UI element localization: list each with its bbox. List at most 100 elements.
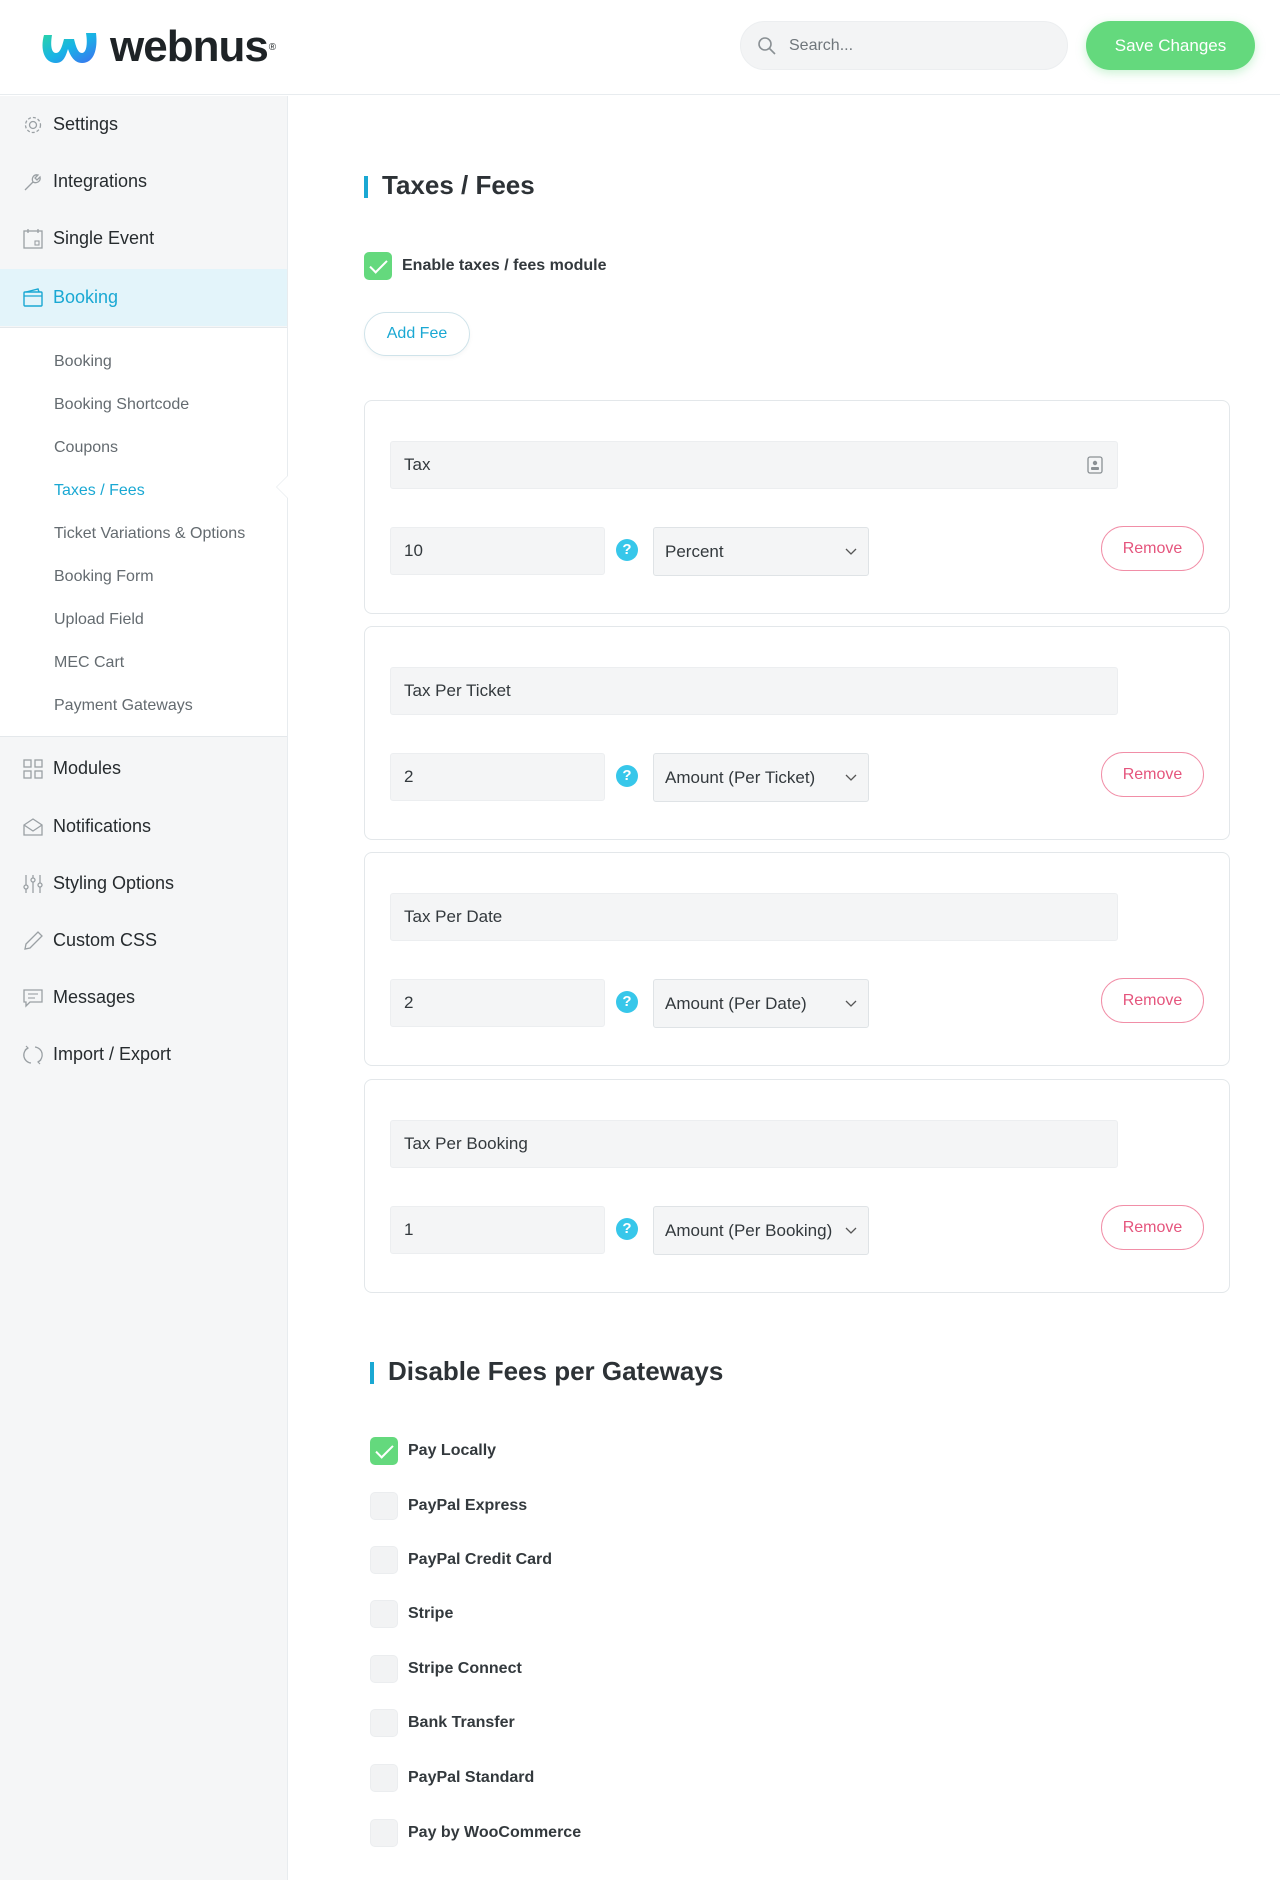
submenu-item-taxes-fees[interactable]: Taxes / Fees xyxy=(54,482,145,500)
save-changes-button[interactable]: Save Changes xyxy=(1086,21,1255,70)
remove-fee-button[interactable]: Remove xyxy=(1101,1205,1204,1250)
search-box[interactable] xyxy=(740,21,1068,70)
submenu-item-payment-gateways[interactable]: Payment Gateways xyxy=(54,697,193,715)
search-icon xyxy=(758,36,776,55)
help-icon[interactable]: ? xyxy=(616,991,638,1013)
sidebar-item-custom-css[interactable]: Custom CSS xyxy=(0,912,287,969)
brand-name: webnus xyxy=(110,22,269,71)
sidebar: Settings Integrations Single Event Booki… xyxy=(0,96,288,1880)
sidebar-item-label: Custom CSS xyxy=(53,930,158,950)
submenu-item-booking-shortcode[interactable]: Booking Shortcode xyxy=(54,396,189,414)
top-header: webnus® Save Changes xyxy=(0,0,1280,95)
help-icon[interactable]: ? xyxy=(616,1218,638,1240)
search-input[interactable] xyxy=(789,36,1029,55)
sidebar-item-label: Settings xyxy=(53,114,119,134)
sidebar-item-messages[interactable]: Messages xyxy=(0,969,287,1026)
sidebar-item-import-export[interactable]: Import / Export xyxy=(0,1026,287,1083)
help-icon[interactable]: ? xyxy=(616,765,638,787)
enable-taxes-label: Enable taxes / fees module xyxy=(402,257,607,274)
gateway-label: PayPal Standard xyxy=(408,1769,535,1786)
fee-amount-input[interactable]: 2 xyxy=(390,979,605,1027)
gateway-checkbox-pay-by-woocommerce[interactable]: Pay by WooCommerce xyxy=(370,1819,581,1847)
gateway-label: Pay Locally xyxy=(408,1442,497,1459)
refresh-icon xyxy=(23,1045,43,1064)
calendar-icon xyxy=(23,228,43,249)
fee-amount-input[interactable]: 1 xyxy=(390,1206,605,1254)
gateway-checkbox-stripe[interactable]: Stripe xyxy=(370,1600,453,1628)
fee-amount-input[interactable]: 2 xyxy=(390,753,605,801)
sidebar-item-notifications[interactable]: Notifications xyxy=(0,798,287,855)
checkbox-unchecked[interactable] xyxy=(370,1709,398,1737)
submenu-item-ticket-variations[interactable]: Ticket Variations & Options xyxy=(54,525,245,543)
gateway-checkbox-pay-locally[interactable]: Pay Locally xyxy=(370,1437,496,1465)
gateway-checkbox-paypal-credit-card[interactable]: PayPal Credit Card xyxy=(370,1546,552,1574)
active-indicator-arrow xyxy=(276,475,288,499)
fee-type-select[interactable]: Percent xyxy=(653,527,869,576)
submenu-item-booking-form[interactable]: Booking Form xyxy=(54,568,154,586)
fee-title-input[interactable]: Tax xyxy=(390,441,1118,489)
checkbox-unchecked[interactable] xyxy=(370,1819,398,1847)
fee-card: Tax Per Booking 1 ? Amount (Per Booking)… xyxy=(364,1079,1230,1293)
sidebar-item-integrations[interactable]: Integrations xyxy=(0,153,287,210)
checkbox-unchecked[interactable] xyxy=(370,1546,398,1574)
checkbox-unchecked[interactable] xyxy=(370,1764,398,1792)
sidebar-item-single-event[interactable]: Single Event xyxy=(0,210,287,267)
sliders-icon xyxy=(23,874,43,893)
taxes-fees-title: Taxes / Fees xyxy=(364,170,535,201)
gateway-checkbox-paypal-standard[interactable]: PayPal Standard xyxy=(370,1764,534,1792)
checkbox-checked[interactable] xyxy=(364,252,392,280)
checkbox-unchecked[interactable] xyxy=(370,1600,398,1628)
submenu-item-mec-cart[interactable]: MEC Cart xyxy=(54,654,124,672)
envelope-icon xyxy=(23,817,43,836)
gateway-label: Bank Transfer xyxy=(408,1714,515,1731)
fee-amount-input[interactable]: 10 xyxy=(390,527,605,575)
sidebar-item-modules[interactable]: Modules xyxy=(0,740,287,797)
fee-type-select[interactable]: Amount (Per Booking) xyxy=(653,1206,869,1255)
chevron-down-icon xyxy=(845,1000,857,1007)
fee-card: Tax Per Date 2 ? Amount (Per Date) Remov… xyxy=(364,852,1230,1066)
sidebar-item-settings[interactable]: Settings xyxy=(0,96,287,153)
gateway-label: PayPal Credit Card xyxy=(408,1551,553,1568)
fee-type-select[interactable]: Amount (Per Ticket) xyxy=(653,753,869,802)
webnus-logo[interactable]: webnus ® xyxy=(38,22,276,72)
webnus-logo-icon xyxy=(42,33,97,63)
brand-registered-mark: ® xyxy=(268,41,277,53)
gear-icon xyxy=(24,116,42,133)
chevron-down-icon xyxy=(845,548,857,555)
fee-title-input[interactable]: Tax Per Date xyxy=(390,893,1118,941)
sidebar-item-label: Integrations xyxy=(53,171,148,191)
gateway-label: Stripe xyxy=(408,1605,454,1622)
sidebar-item-label: Messages xyxy=(53,987,136,1007)
help-icon[interactable]: ? xyxy=(616,539,638,561)
submenu-item-booking[interactable]: Booking xyxy=(54,353,112,371)
submenu-item-coupons[interactable]: Coupons xyxy=(54,439,118,457)
submenu-item-upload-field[interactable]: Upload Field xyxy=(54,611,144,629)
remove-fee-button[interactable]: Remove xyxy=(1101,526,1204,571)
add-fee-button[interactable]: Add Fee xyxy=(364,312,470,356)
gateway-checkbox-bank-transfer[interactable]: Bank Transfer xyxy=(370,1709,515,1737)
pencil-icon xyxy=(24,930,43,950)
sidebar-item-booking[interactable]: Booking xyxy=(0,269,287,326)
chevron-down-icon xyxy=(845,1227,857,1234)
checkbox-checked[interactable] xyxy=(370,1437,398,1465)
contact-card-icon[interactable] xyxy=(1087,456,1103,474)
grid-icon xyxy=(23,758,43,779)
checkbox-unchecked[interactable] xyxy=(370,1492,398,1520)
fee-title-input[interactable]: Tax Per Ticket xyxy=(390,667,1118,715)
wallet-icon xyxy=(23,287,43,307)
gateway-checkbox-stripe-connect[interactable]: Stripe Connect xyxy=(370,1655,522,1683)
chat-icon xyxy=(23,988,43,1008)
remove-fee-button[interactable]: Remove xyxy=(1101,752,1204,797)
fee-title-input[interactable]: Tax Per Booking xyxy=(390,1120,1118,1168)
remove-fee-button[interactable]: Remove xyxy=(1101,978,1204,1023)
fee-type-select[interactable]: Amount (Per Date) xyxy=(653,979,869,1028)
gateway-checkbox-paypal-express[interactable]: PayPal Express xyxy=(370,1492,527,1520)
disable-fees-title: Disable Fees per Gateways xyxy=(370,1356,723,1387)
sidebar-item-label: Styling Options xyxy=(53,873,175,893)
sidebar-item-label: Import / Export xyxy=(53,1044,172,1064)
checkbox-unchecked[interactable] xyxy=(370,1655,398,1683)
enable-taxes-checkbox[interactable]: Enable taxes / fees module xyxy=(364,252,607,280)
sidebar-item-styling-options[interactable]: Styling Options xyxy=(0,855,287,912)
sidebar-item-label: Single Event xyxy=(53,228,155,248)
fee-card: Tax Per Ticket 2 ? Amount (Per Ticket) R… xyxy=(364,626,1230,840)
